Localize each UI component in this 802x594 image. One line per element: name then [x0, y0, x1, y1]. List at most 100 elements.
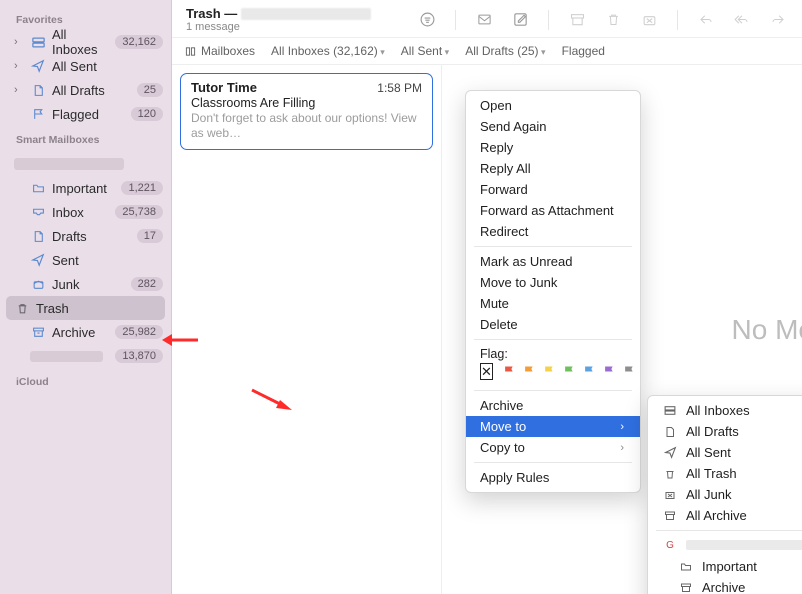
flag-label: Flag: [466, 344, 640, 361]
menu-reply[interactable]: Reply [466, 137, 640, 158]
context-menu: Open Send Again Reply Reply All Forward … [465, 90, 641, 493]
move-to-submenu: All Inboxes› All Drafts› All Sent› All T… [647, 395, 802, 594]
flag-yellow[interactable] [542, 364, 557, 379]
sidebar-item-count: 32,162 [115, 35, 163, 49]
menu-move-to[interactable]: Move to› [466, 416, 640, 437]
flag-red[interactable] [502, 364, 517, 379]
google-icon: G [662, 540, 678, 551]
submenu-all-trash[interactable]: All Trash› [648, 463, 802, 484]
reply-all-icon[interactable] [732, 11, 752, 29]
sidebar-item-all-drafts[interactable]: › All Drafts 25 [0, 78, 171, 102]
envelope-icon[interactable] [474, 11, 494, 29]
submenu-all-sent[interactable]: All Sent› [648, 442, 802, 463]
chevron-right-icon: › [14, 84, 24, 96]
mailboxes-button[interactable]: Mailboxes [184, 44, 255, 58]
sidebar-item-archive[interactable]: Archive 25,982 [0, 320, 171, 344]
flag-icon [30, 106, 46, 122]
sidebar-item-all-sent[interactable]: › All Sent [0, 54, 171, 78]
sidebar-item-label: Inbox [52, 205, 109, 220]
compose-icon[interactable] [510, 11, 530, 29]
redacted-account-name [14, 158, 124, 170]
sidebar-item-all-inboxes[interactable]: › All Inboxes 32,162 [0, 30, 171, 54]
title-prefix: Trash — [186, 6, 237, 21]
sidebar-item-label: Important [52, 181, 115, 196]
menu-delete[interactable]: Delete [466, 314, 640, 335]
menu-forward-attachment[interactable]: Forward as Attachment [466, 200, 640, 221]
sidebar-item-drafts[interactable]: Drafts 17 [0, 224, 171, 248]
filter-bar: Mailboxes All Inboxes (32,162) All Sent … [172, 38, 802, 65]
filter-icon[interactable] [417, 11, 437, 29]
menu-mark-unread[interactable]: Mark as Unread [466, 251, 640, 272]
sidebar-item-trash[interactable]: Trash [6, 296, 165, 320]
junk-icon [662, 489, 678, 501]
menu-reply-all[interactable]: Reply All [466, 158, 640, 179]
message-preview: Don't forget to ask about our options! V… [191, 111, 422, 141]
inbox-stack-icon [30, 34, 46, 50]
sidebar-item-redacted[interactable]: 13,870 [0, 344, 171, 368]
filter-all-inboxes[interactable]: All Inboxes (32,162) [271, 44, 385, 58]
filter-all-drafts[interactable]: All Drafts (25) [465, 44, 545, 58]
sidebar-item-inbox[interactable]: Inbox 25,738 [0, 200, 171, 224]
toolbar [417, 10, 788, 30]
archive-icon[interactable] [567, 11, 587, 29]
sidebar-item-sent[interactable]: Sent [0, 248, 171, 272]
menu-archive[interactable]: Archive [466, 395, 640, 416]
forward-icon[interactable] [768, 11, 788, 29]
junk-icon [30, 276, 46, 292]
filter-all-sent[interactable]: All Sent [401, 44, 449, 58]
flag-orange[interactable] [522, 364, 537, 379]
reply-icon[interactable] [696, 11, 716, 29]
flag-purple[interactable] [602, 364, 617, 379]
document-icon [30, 228, 46, 244]
menu-redirect[interactable]: Redirect [466, 221, 640, 242]
no-message-placeholder: No Mess [732, 314, 802, 346]
chevron-right-icon: › [14, 60, 24, 72]
submenu-important[interactable]: Important [648, 556, 802, 577]
paper-plane-icon [662, 446, 678, 459]
sidebar-item-label: All Drafts [52, 83, 131, 98]
sidebar-item-label: Trash [36, 301, 157, 316]
submenu-account[interactable]: G› [648, 535, 802, 556]
filter-flagged[interactable]: Flagged [562, 44, 605, 58]
sidebar-section-icloud: iCloud [0, 368, 171, 392]
submenu-all-drafts[interactable]: All Drafts› [648, 421, 802, 442]
submenu-all-inboxes[interactable]: All Inboxes› [648, 400, 802, 421]
menu-move-junk[interactable]: Move to Junk [466, 272, 640, 293]
flag-row: ✕ [466, 361, 640, 386]
redacted-account [686, 540, 802, 550]
junk-icon[interactable] [639, 11, 659, 29]
message-sender: Tutor Time [191, 80, 257, 95]
sidebar-item-count: 282 [131, 277, 163, 291]
sidebar-item-count: 17 [137, 229, 163, 243]
main-pane: Trash — 1 message Mailboxes All Inboxes … [172, 0, 802, 594]
sidebar-item-count: 25 [137, 83, 163, 97]
message-card[interactable]: Tutor Time 1:58 PM Classrooms Are Fillin… [180, 73, 433, 150]
menu-open[interactable]: Open [466, 95, 640, 116]
menu-forward[interactable]: Forward [466, 179, 640, 200]
chevron-right-icon: › [620, 421, 624, 433]
menu-send-again[interactable]: Send Again [466, 116, 640, 137]
menu-mute[interactable]: Mute [466, 293, 640, 314]
sidebar-item-count: 25,982 [115, 325, 163, 339]
message-time: 1:58 PM [377, 81, 422, 95]
submenu-archive-folder[interactable]: Archive [648, 577, 802, 594]
flag-green[interactable] [562, 364, 577, 379]
trash-icon[interactable] [603, 11, 623, 29]
mailboxes-label: Mailboxes [201, 44, 255, 58]
menu-copy-to[interactable]: Copy to› [466, 437, 640, 458]
folder-icon [30, 180, 46, 196]
flag-blue[interactable] [582, 364, 597, 379]
sidebar-item-flagged[interactable]: › Flagged 120 [0, 102, 171, 126]
message-list: Tutor Time 1:58 PM Classrooms Are Fillin… [172, 65, 442, 594]
flag-clear[interactable]: ✕ [480, 363, 493, 380]
document-icon [662, 425, 678, 439]
sidebar-item-label: Sent [52, 253, 163, 268]
sidebar-item-junk[interactable]: Junk 282 [0, 272, 171, 296]
menu-apply-rules[interactable]: Apply Rules [466, 467, 640, 488]
submenu-all-archive[interactable]: All Archive› [648, 505, 802, 526]
archive-icon [678, 582, 694, 594]
submenu-all-junk[interactable]: All Junk› [648, 484, 802, 505]
sidebar: Favorites › All Inboxes 32,162 › All Sen… [0, 0, 172, 594]
sidebar-item-important[interactable]: Important 1,221 [0, 176, 171, 200]
flag-gray[interactable] [622, 364, 637, 379]
